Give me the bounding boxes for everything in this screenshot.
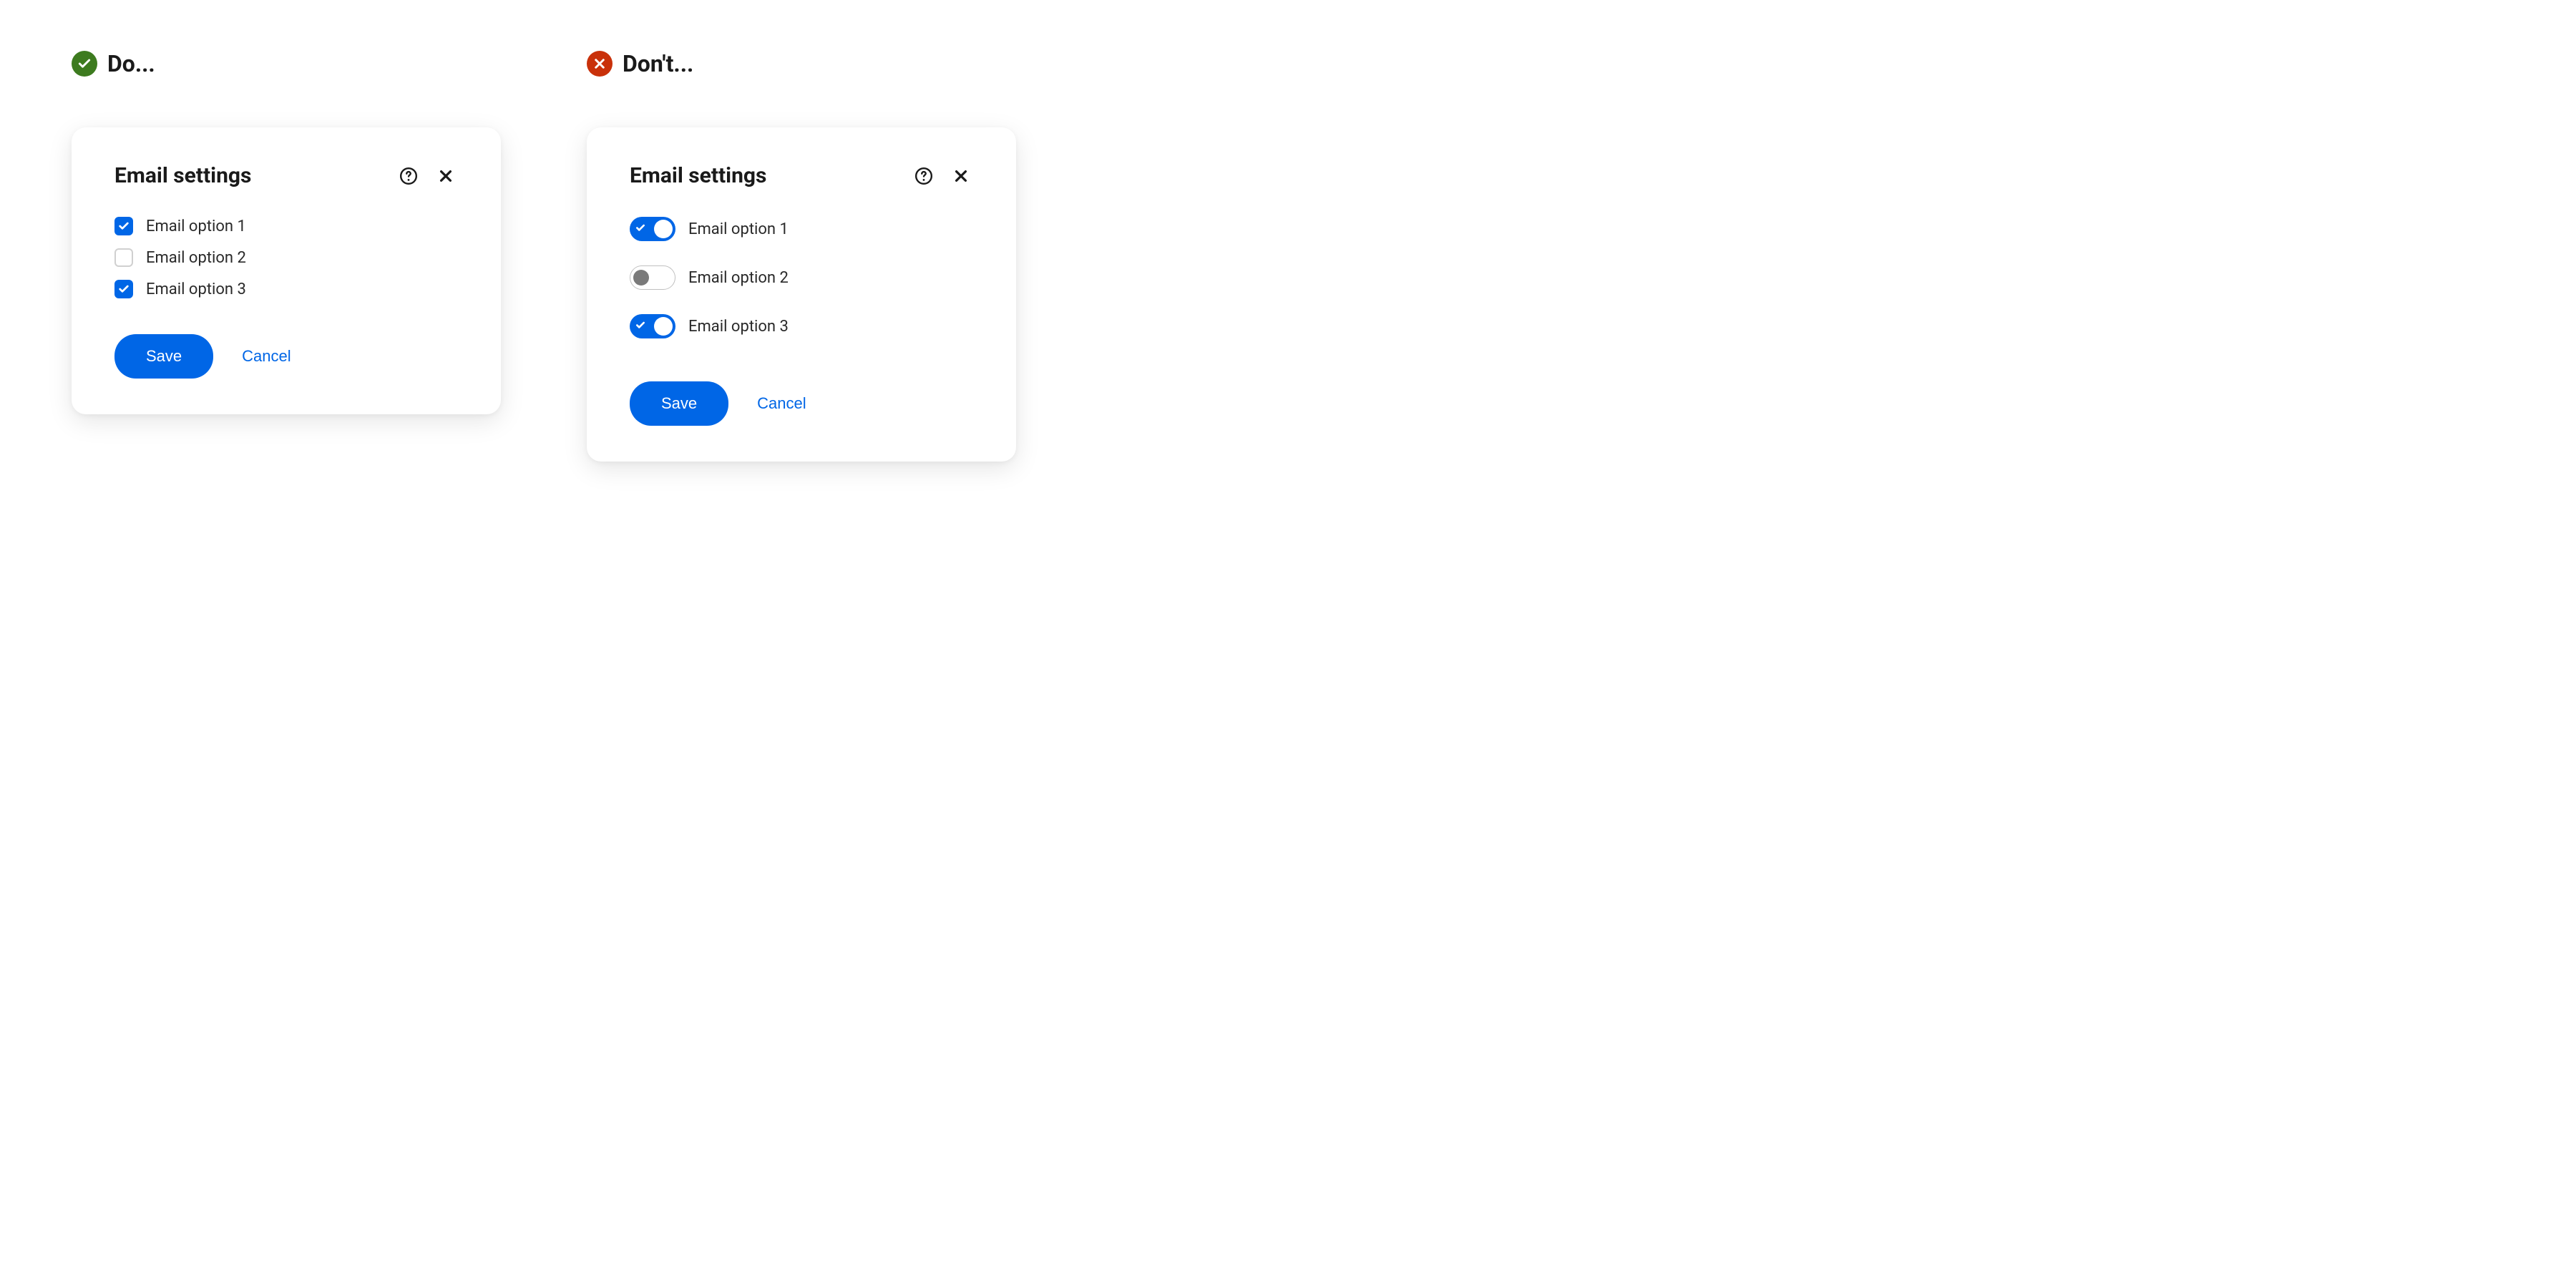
dont-card-header: Email settings <box>630 163 973 188</box>
save-button[interactable]: Save <box>630 381 728 426</box>
switch-row: Email option 2 <box>630 265 973 290</box>
help-icon[interactable] <box>396 164 421 188</box>
switch-input[interactable] <box>630 217 675 241</box>
checkbox-input[interactable] <box>114 280 133 298</box>
switch-row: Email option 3 <box>630 314 973 338</box>
dont-heading: Don't... <box>623 50 693 77</box>
switch-knob <box>654 317 673 336</box>
dont-card-footer: Save Cancel <box>630 381 973 426</box>
checkbox-row: Email option 1 <box>114 217 458 235</box>
switch-knob <box>633 270 649 286</box>
help-icon[interactable] <box>912 164 936 188</box>
checkbox-label: Email option 2 <box>146 249 246 267</box>
switch-knob <box>654 220 673 238</box>
checkbox-label: Email option 1 <box>146 218 246 235</box>
do-header: Do... <box>72 50 501 77</box>
do-card-footer: Save Cancel <box>114 334 458 379</box>
check-icon <box>635 320 645 333</box>
dont-column: Don't... Email settings <box>587 50 1016 462</box>
save-button[interactable]: Save <box>114 334 213 379</box>
do-options: Email option 1 Email option 2 Email opti… <box>114 217 458 298</box>
check-circle-icon <box>72 51 97 77</box>
checkbox-input[interactable] <box>114 248 133 267</box>
switch-label: Email option 2 <box>688 269 789 287</box>
switch-row: Email option 1 <box>630 217 973 241</box>
dont-card: Email settings <box>587 127 1016 462</box>
x-circle-icon <box>587 51 613 77</box>
check-icon <box>635 223 645 236</box>
close-icon[interactable] <box>949 164 973 188</box>
cancel-button[interactable]: Cancel <box>757 394 806 413</box>
checkbox-label: Email option 3 <box>146 280 246 298</box>
switch-input[interactable] <box>630 314 675 338</box>
switch-label: Email option 3 <box>688 318 789 336</box>
do-card: Email settings <box>72 127 501 414</box>
dont-options: Email option 1 Email option 2 Ema <box>630 217 973 338</box>
do-heading: Do... <box>107 50 155 77</box>
do-card-header: Email settings <box>114 163 458 188</box>
checkbox-row: Email option 3 <box>114 280 458 298</box>
checkbox-input[interactable] <box>114 217 133 235</box>
switch-label: Email option 1 <box>688 220 789 238</box>
dont-header: Don't... <box>587 50 1016 77</box>
close-icon[interactable] <box>434 164 458 188</box>
do-card-title: Email settings <box>114 163 384 188</box>
checkbox-row: Email option 2 <box>114 248 458 267</box>
do-column: Do... Email settings <box>72 50 501 462</box>
dont-card-title: Email settings <box>630 163 899 188</box>
cancel-button[interactable]: Cancel <box>242 347 291 366</box>
switch-input[interactable] <box>630 265 675 290</box>
